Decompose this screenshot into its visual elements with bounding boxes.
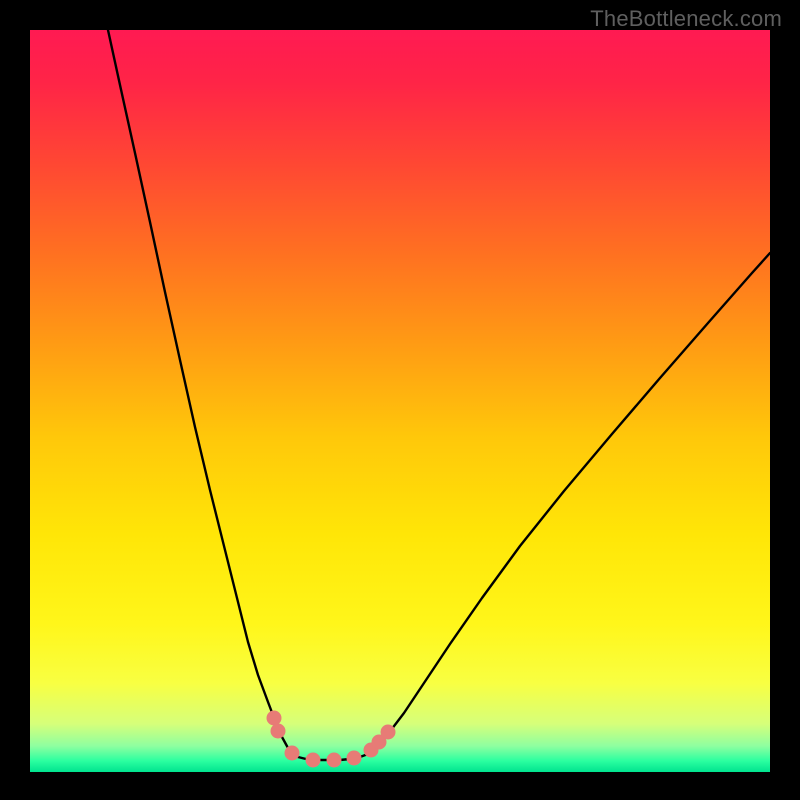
marker-dot — [285, 746, 300, 761]
chart-svg — [30, 30, 770, 772]
outer-frame: TheBottleneck.com — [0, 0, 800, 800]
marker-dot — [327, 753, 342, 768]
marker-dot — [271, 724, 286, 739]
gradient-background — [30, 30, 770, 772]
marker-dot — [306, 753, 321, 768]
watermark-text: TheBottleneck.com — [590, 6, 782, 32]
marker-dot — [347, 751, 362, 766]
marker-dot — [381, 725, 396, 740]
marker-dot — [267, 711, 282, 726]
plot-area — [30, 30, 770, 772]
